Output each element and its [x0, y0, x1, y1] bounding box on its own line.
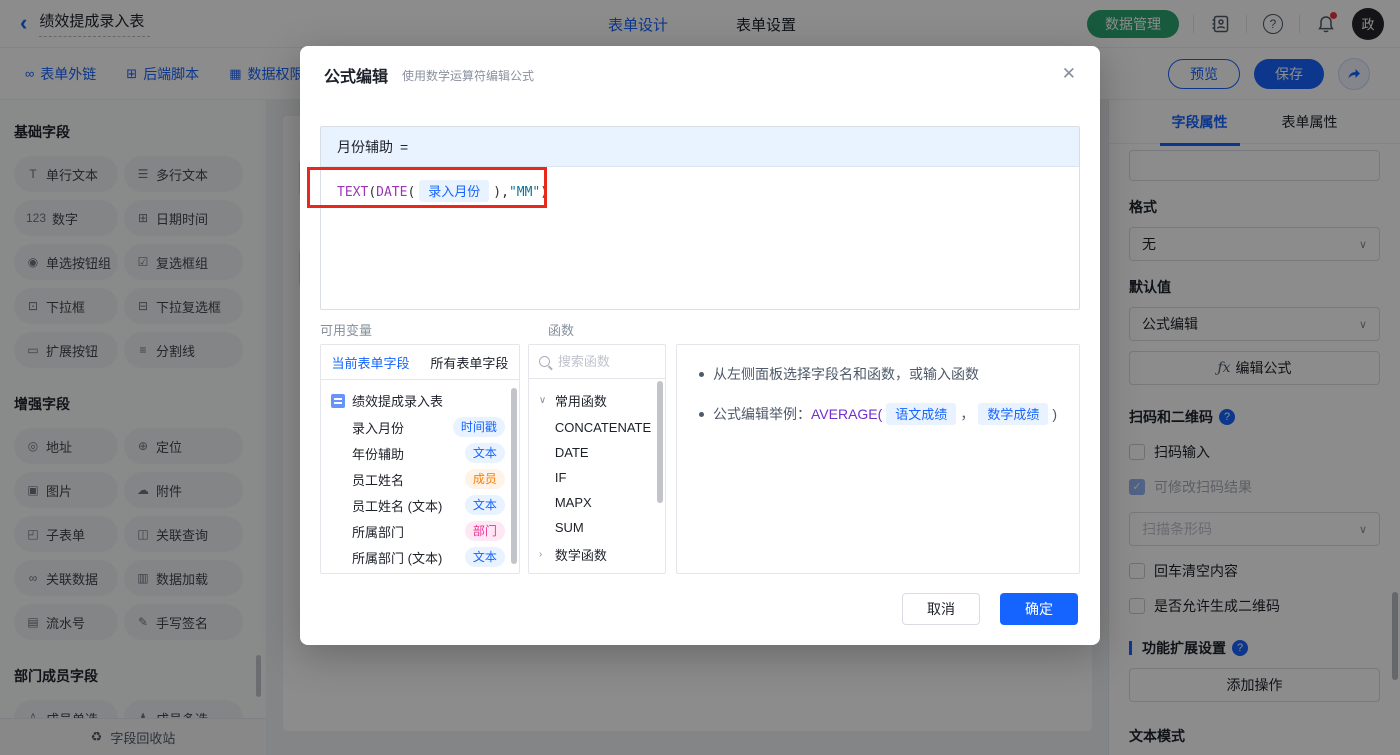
function-item[interactable]: IF — [529, 465, 665, 490]
function-search-input[interactable] — [558, 354, 655, 369]
variable-rows: 录入月份 时间戳 年份辅助 文本 员工姓名 成员 — [321, 414, 519, 570]
tab-current-form-fields[interactable]: 当前表单字段 — [321, 345, 420, 379]
function-group-text[interactable]: › 文本函数 — [529, 569, 665, 572]
function-group-label: 常用函数 — [555, 391, 607, 410]
bullet-icon — [699, 412, 704, 417]
variable-row[interactable]: 员工姓名 (文本) 文本 — [321, 492, 519, 518]
variables-label: 可用变量 — [320, 320, 372, 339]
variable-type-badge: 部门 — [465, 521, 505, 541]
close-icon[interactable]: ✕ — [1062, 64, 1076, 84]
help-example-comma: ， — [960, 406, 974, 422]
variables-panel: 当前表单字段 所有表单字段 绩效提成录入表 录入月份 时间戳 — [320, 344, 520, 574]
function-group-math[interactable]: › 数学函数 — [529, 540, 665, 569]
formula-punct: ) — [540, 185, 548, 200]
function-item[interactable]: SUM — [529, 515, 665, 540]
formula-target-bar: 月份辅助 = — [321, 127, 1079, 167]
variables-form-node[interactable]: 绩效提成录入表 — [321, 387, 519, 414]
function-search — [529, 345, 665, 379]
help-example-function: AVERAGE( — [811, 406, 882, 422]
function-item[interactable]: MAPX — [529, 490, 665, 515]
formula-editor: 月份辅助 = TEXT(DATE(录入月份),"MM") — [320, 126, 1080, 310]
formula-variable-chip[interactable]: 录入月份 — [419, 180, 489, 202]
modal-title: 公式编辑 — [324, 63, 388, 87]
formula-equals: = — [400, 139, 408, 155]
variable-type-badge: 时间戳 — [453, 417, 505, 437]
cancel-button[interactable]: 取消 — [902, 593, 980, 625]
variables-list: 绩效提成录入表 录入月份 时间戳 年份辅助 文本 — [321, 380, 519, 573]
form-document-icon — [331, 394, 345, 408]
variable-type-badge: 文本 — [465, 547, 505, 567]
help-example-label: 公式编辑举例： — [713, 406, 811, 422]
help-tip-1-text: 从左侧面板选择字段名和函数，或输入函数 — [713, 364, 979, 384]
functions-label: 函数 — [548, 320, 574, 339]
function-group-label: 数学函数 — [555, 545, 607, 564]
bullet-icon — [699, 372, 704, 377]
variable-name: 所属部门 (文本) — [352, 548, 442, 567]
function-item[interactable]: CONCATENATE — [529, 415, 665, 440]
formula-edit-modal: 公式编辑 使用数学运算符编辑公式 ✕ 月份辅助 = TEXT(DATE(录入月份… — [300, 46, 1100, 645]
caret-right-icon: › — [539, 549, 549, 560]
help-tip-2-text: 公式编辑举例：AVERAGE(语文成绩，数学成绩) — [713, 403, 1057, 425]
formula-punct: ), — [493, 185, 509, 200]
function-group-common[interactable]: ∨ 常用函数 — [529, 386, 665, 415]
variable-name: 年份辅助 — [352, 444, 404, 463]
app-root: ‹ 绩效提成录入表 表单设计 表单设置 数据管理 ? — [0, 0, 1400, 755]
tab-all-form-fields[interactable]: 所有表单字段 — [420, 345, 519, 379]
variable-row[interactable]: 录入月份 时间戳 — [321, 414, 519, 440]
help-example-close: ) — [1052, 406, 1057, 422]
variable-row[interactable]: 所属部门 (文本) 文本 — [321, 544, 519, 570]
help-tip-1: 从左侧面板选择字段名和函数，或输入函数 — [699, 364, 1057, 384]
help-example-chip: 语文成绩 — [886, 403, 956, 425]
modal-panels: 当前表单字段 所有表单字段 绩效提成录入表 录入月份 时间戳 — [320, 344, 1080, 574]
help-tip-2: 公式编辑举例：AVERAGE(语文成绩，数学成绩) — [699, 403, 1057, 425]
variables-form-name: 绩效提成录入表 — [352, 391, 443, 410]
functions-panel: ∨ 常用函数 CONCATENATE DATE IF MAPX — [528, 344, 666, 574]
modal-footer: 取消 确定 — [902, 593, 1078, 625]
formula-punct: ( — [368, 185, 376, 200]
variable-name: 员工姓名 (文本) — [352, 496, 442, 515]
variable-name: 所属部门 — [352, 522, 404, 541]
caret-down-icon: ∨ — [539, 395, 549, 406]
function-items: CONCATENATE DATE IF MAPX SUM — [529, 415, 665, 540]
variable-type-badge: 文本 — [465, 495, 505, 515]
formula-target-name: 月份辅助 — [337, 137, 393, 157]
formula-function: DATE — [376, 185, 407, 200]
modal-subtitle: 使用数学运算符编辑公式 — [402, 67, 534, 84]
variable-row[interactable]: 所属部门 部门 — [321, 518, 519, 544]
function-item[interactable]: DATE — [529, 440, 665, 465]
confirm-button[interactable]: 确定 — [1000, 593, 1078, 625]
formula-punct: ( — [407, 185, 415, 200]
functions-list: ∨ 常用函数 CONCATENATE DATE IF MAPX — [529, 379, 665, 572]
variable-name: 录入月份 — [352, 418, 404, 437]
help-example-chip: 数学成绩 — [978, 403, 1048, 425]
formula-input-area[interactable]: TEXT(DATE(录入月份),"MM") — [321, 167, 1079, 215]
variables-scrollbar[interactable] — [511, 388, 517, 564]
modal-header: 公式编辑 使用数学运算符编辑公式 — [300, 46, 1100, 104]
formula-string: "MM" — [509, 185, 540, 200]
search-icon — [539, 356, 550, 367]
variables-tabs: 当前表单字段 所有表单字段 — [321, 345, 519, 380]
variable-row[interactable]: 年份辅助 文本 — [321, 440, 519, 466]
formula-function: TEXT — [337, 185, 368, 200]
functions-scrollbar[interactable] — [657, 381, 663, 503]
variable-type-badge: 成员 — [465, 469, 505, 489]
variable-row[interactable]: 员工姓名 成员 — [321, 466, 519, 492]
formula-help-panel: 从左侧面板选择字段名和函数，或输入函数 公式编辑举例：AVERAGE(语文成绩，… — [676, 344, 1080, 574]
variable-name: 员工姓名 — [352, 470, 404, 489]
variable-type-badge: 文本 — [465, 443, 505, 463]
